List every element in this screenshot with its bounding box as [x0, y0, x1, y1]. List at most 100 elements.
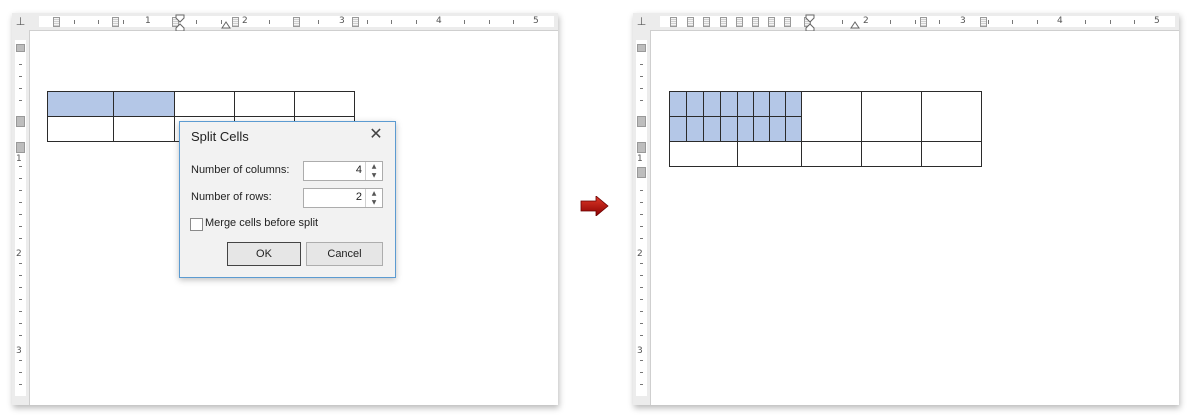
cancel-button-label: Cancel — [327, 248, 362, 260]
table-cell[interactable] — [113, 116, 175, 142]
table-cell-selected[interactable] — [753, 116, 770, 142]
table-cell-selected[interactable] — [753, 91, 770, 117]
tab-stop-icon[interactable]: ⊥ — [633, 13, 650, 30]
row-marker[interactable] — [637, 167, 646, 178]
column-marker[interactable] — [293, 17, 300, 27]
table-cell-selected[interactable] — [737, 116, 754, 142]
table-cell-selected[interactable] — [720, 91, 738, 117]
first-line-indent-icon[interactable] — [175, 14, 185, 32]
spin-down-icon[interactable]: ▼ — [366, 198, 382, 207]
table-cell-selected[interactable] — [669, 91, 687, 117]
column-marker[interactable] — [112, 17, 119, 27]
table-cell-selected[interactable] — [686, 91, 704, 117]
table-row — [669, 91, 982, 142]
row-marker[interactable] — [16, 142, 25, 153]
table-cell[interactable] — [861, 91, 922, 142]
spin-up-icon[interactable]: ▲ — [366, 162, 382, 171]
horizontal-ruler-left[interactable]: 1 2 3 4 5 — [29, 13, 558, 32]
table-cell[interactable] — [737, 141, 802, 167]
vruler-number: 1 — [637, 154, 643, 164]
table-cell-selected[interactable] — [669, 116, 687, 142]
columns-spinner[interactable]: 4 ▲ ▼ — [303, 161, 383, 181]
merge-cells-checkbox[interactable] — [190, 218, 203, 231]
column-marker[interactable] — [53, 17, 60, 27]
vruler-number: 2 — [16, 249, 22, 259]
ruler-number: 5 — [1154, 16, 1160, 26]
table-cell-selected[interactable] — [720, 116, 738, 142]
columns-value[interactable]: 4 — [356, 164, 362, 176]
table-cell-selected[interactable] — [737, 91, 754, 117]
table-after[interactable] — [669, 91, 982, 167]
right-arrow-icon — [580, 196, 609, 216]
column-marker[interactable] — [752, 17, 759, 27]
column-marker[interactable] — [720, 17, 727, 27]
table-row — [669, 141, 982, 167]
spin-up-icon[interactable]: ▲ — [366, 189, 382, 198]
table-cell-selected[interactable] — [47, 91, 114, 117]
column-marker[interactable] — [687, 17, 694, 27]
column-marker[interactable] — [703, 17, 710, 27]
column-marker[interactable] — [980, 17, 987, 27]
table-cell-selected[interactable] — [769, 91, 786, 117]
table-cell[interactable] — [801, 141, 862, 167]
first-line-indent-icon[interactable] — [805, 14, 815, 32]
column-marker[interactable] — [784, 17, 791, 27]
table-cell-selected[interactable] — [113, 91, 175, 117]
ok-button[interactable]: OK — [227, 242, 301, 266]
row-marker[interactable] — [637, 116, 646, 127]
column-marker[interactable] — [232, 17, 239, 27]
horizontal-ruler-right[interactable]: 2 3 4 5 — [650, 13, 1179, 32]
columns-label: Number of columns: — [191, 164, 290, 176]
hanging-indent-icon[interactable] — [850, 19, 860, 29]
table-row — [669, 116, 802, 142]
table-cell-selected[interactable] — [703, 91, 721, 117]
table-cell-selected[interactable] — [785, 91, 802, 117]
vruler-number: 3 — [16, 346, 22, 356]
row-marker[interactable] — [16, 116, 25, 127]
cancel-button[interactable]: Cancel — [306, 242, 383, 266]
table-cell[interactable] — [921, 91, 982, 142]
column-marker[interactable] — [920, 17, 927, 27]
row-marker[interactable] — [637, 142, 646, 153]
vertical-ruler-left[interactable]: 1 2 3 — [12, 30, 30, 405]
vertical-ruler-right[interactable]: 1 2 3 — [633, 30, 651, 405]
hanging-indent-icon[interactable] — [221, 19, 231, 29]
ruler-number: 3 — [960, 16, 966, 26]
rows-value[interactable]: 2 — [356, 191, 362, 203]
table-cell[interactable] — [669, 141, 738, 167]
vruler-number: 1 — [16, 154, 22, 164]
merge-cells-label[interactable]: Merge cells before split — [205, 217, 318, 229]
split-cells-dialog: Split Cells ✕ Number of columns: 4 ▲ ▼ N… — [179, 121, 396, 278]
table-cell-selected[interactable] — [686, 116, 704, 142]
table-cell[interactable] — [921, 141, 982, 167]
table-cell[interactable] — [47, 116, 114, 142]
tab-stop-icon[interactable]: ⊥ — [12, 13, 29, 30]
table-cell-selected[interactable] — [703, 116, 721, 142]
column-marker[interactable] — [670, 17, 677, 27]
ruler-number: 5 — [533, 16, 539, 26]
rows-spinner[interactable]: 2 ▲ ▼ — [303, 188, 383, 208]
row-marker[interactable] — [637, 44, 646, 52]
split-cell-container — [669, 91, 802, 142]
column-marker[interactable] — [352, 17, 359, 27]
table-cell[interactable] — [801, 91, 862, 142]
ruler-number: 3 — [339, 16, 345, 26]
table-row — [669, 91, 802, 117]
ruler-number: 1 — [145, 16, 151, 26]
dialog-title: Split Cells — [191, 129, 249, 144]
document-page-right[interactable] — [651, 31, 1179, 405]
ok-button-label: OK — [256, 248, 272, 260]
spin-down-icon[interactable]: ▼ — [366, 171, 382, 180]
column-marker[interactable] — [736, 17, 743, 27]
table-cell-selected[interactable] — [785, 116, 802, 142]
column-marker[interactable] — [768, 17, 775, 27]
table-cell[interactable] — [861, 141, 922, 167]
table-cell[interactable] — [174, 91, 235, 117]
table-cell-selected[interactable] — [769, 116, 786, 142]
close-icon[interactable]: ✕ — [369, 126, 383, 142]
table-cell[interactable] — [294, 91, 355, 117]
ruler-number: 4 — [436, 16, 442, 26]
table-cell[interactable] — [234, 91, 295, 117]
row-marker[interactable] — [16, 44, 25, 52]
rows-label: Number of rows: — [191, 191, 272, 203]
